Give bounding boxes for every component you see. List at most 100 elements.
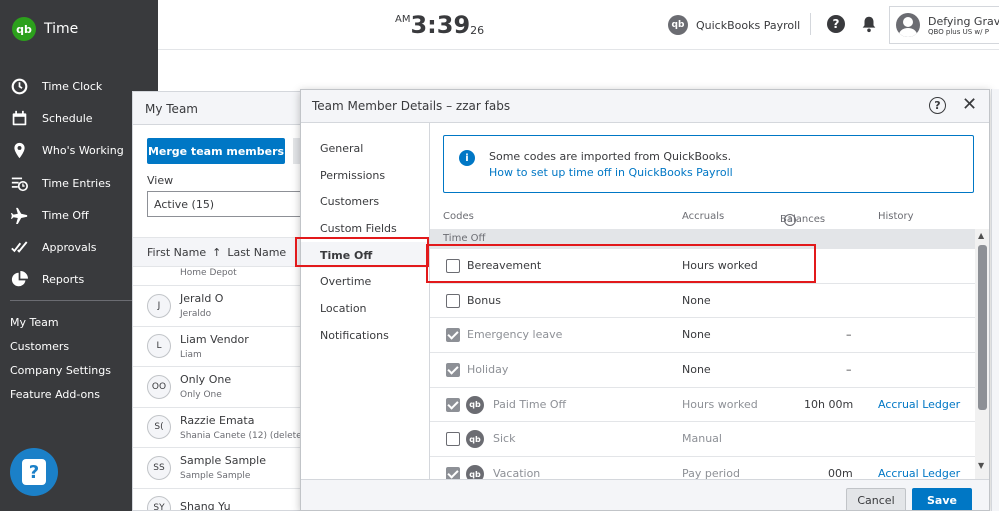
sidebar-divider [10,300,148,301]
accrual-value: Hours worked [682,397,758,411]
member-name: Shang Yu [180,499,231,511]
user-company: QBO plus US w/ P [928,27,989,36]
code-name: Bereavement [467,259,542,272]
list-item[interactable]: OO Only One Only One [133,367,321,408]
avatar [896,13,920,37]
code-checkbox[interactable] [446,293,460,308]
tab-location[interactable]: Location [301,295,429,322]
accrual-ledger-link[interactable]: Accrual Ledger [878,467,960,479]
clock-icon [11,78,28,95]
code-name: Emergency leave [467,328,563,342]
accrual-value: None [682,328,711,342]
tab-notifications[interactable]: Notifications [301,322,429,349]
airplane-icon [11,207,28,224]
list-item[interactable]: L Liam Vendor Liam [133,327,321,367]
user-menu[interactable]: Defying Grav QBO plus US w/ P [889,6,999,44]
save-button[interactable]: Save [912,488,972,510]
code-checkbox [446,363,460,378]
tab-time-off[interactable]: Time Off [301,241,429,269]
balance-value: 10h 00m [804,397,854,411]
scrollbar[interactable]: ▲ ▼ [975,229,989,479]
help-icon[interactable]: ? [827,15,845,33]
view-select[interactable]: Active (15) [147,191,321,217]
member-text: Only One Only One [180,373,231,400]
accrual-value: None [682,293,711,307]
code-checkbox[interactable] [446,432,460,447]
sort-arrow-up-icon[interactable]: ↑ [212,246,221,259]
tab-customers[interactable]: Customers [301,188,429,215]
help-icon[interactable]: ? [929,97,946,114]
avatar: SS [147,455,171,480]
accrual-ledger-link[interactable]: Accrual Ledger [878,398,960,411]
code-name: Bonus [467,293,501,307]
sidebar-link-customers[interactable]: Customers [10,334,111,358]
column-last-name[interactable]: Last Name [227,246,286,259]
location-pin-icon [14,143,25,159]
table-row: qb Sick Manual [430,422,975,458]
member-text: Shang Yu [180,499,231,511]
info-link[interactable]: How to set up time off in QuickBooks Pay… [489,166,733,179]
member-text: Sample Sample Sample Sample [180,454,266,481]
list-item[interactable]: Home Depot [133,268,321,286]
sidebar-links: My Team Customers Company Settings Featu… [10,310,111,406]
team-member-list: Home Depot J Jerald O Jeraldo L Liam Vend… [133,268,321,511]
code-checkbox[interactable] [446,259,460,273]
balance-value: – [846,363,852,377]
group-header-time-off: Time Off [430,229,975,249]
app-logo[interactable]: qb Time [12,17,78,41]
sidebar-item-label: Time Clock [42,79,103,93]
list-item[interactable]: S( Razzie Emata Shania Canete (12) (delet… [133,408,321,448]
sidebar-link-my-team[interactable]: My Team [10,310,111,334]
user-info: Defying Grav QBO plus US w/ P [928,15,999,36]
header-history: History [878,211,914,222]
sidebar-item-label: Time Entries [42,176,111,190]
table-row: Holiday None – [430,353,975,388]
list-item[interactable]: J Jerald O Jeraldo [133,286,321,327]
info-text: Some codes are imported from QuickBooks. [489,150,732,163]
quickbooks-icon: qb [668,15,688,35]
list-item[interactable]: SS Sample Sample Sample Sample [133,448,321,489]
quickbooks-icon: qb [466,430,484,449]
header-accruals: Accruals [682,211,725,222]
scroll-down-icon[interactable]: ▼ [978,461,984,470]
info-icon: i [459,150,475,166]
view-label: View [147,174,174,187]
close-icon[interactable]: ✕ [962,95,977,115]
sidebar-link-company-settings[interactable]: Company Settings [10,358,111,382]
code-name: Holiday [467,363,509,377]
question-icon: ? [22,459,46,485]
table-row: Bereavement Hours worked [430,249,975,284]
tab-custom-fields[interactable]: Custom Fields [301,215,429,242]
payroll-label: QuickBooks Payroll [696,18,801,32]
list-item[interactable]: SY Shang Yu [133,489,321,511]
accrual-value: Hours worked [682,259,758,272]
dialog-nav: General Permissions Customers Custom Fie… [301,123,430,479]
column-first-name[interactable]: First Name [147,246,206,259]
sidebar-item-label: Reports [42,273,85,287]
member-sub: Liam [180,349,202,360]
help-button[interactable]: ? [10,448,58,496]
bell-icon[interactable] [860,15,878,33]
quickbooks-logo-icon: qb [12,17,36,41]
double-check-icon [11,241,28,253]
tab-overtime[interactable]: Overtime [301,268,429,295]
avatar: S( [147,415,171,440]
info-icon[interactable]: i [784,214,796,226]
avatar: OO [147,374,171,399]
member-name: Sample Sample [180,454,266,468]
quickbooks-payroll-link[interactable]: qb QuickBooks Payroll [668,15,800,35]
merge-team-members-button[interactable]: Merge team members [147,138,285,164]
dialog-header: Team Member Details – zzar fabs ? ✕ [301,90,989,123]
user-name: Defying Grav [928,14,999,28]
tab-permissions[interactable]: Permissions [301,162,429,189]
cancel-button[interactable]: Cancel [846,488,906,510]
scrollbar-thumb[interactable] [978,245,987,410]
sidebar-item-label: Time Off [42,208,89,222]
sidebar-link-feature-add-ons[interactable]: Feature Add-ons [10,382,111,406]
tab-general[interactable]: General [301,135,429,162]
code-checkbox [446,467,460,479]
table-row: qb Vacation Pay period 00m Accrual Ledge… [430,457,975,479]
scroll-up-icon[interactable]: ▲ [978,231,984,240]
quickbooks-icon: qb [466,395,484,414]
dialog-title: Team Member Details – zzar fabs [312,99,511,113]
